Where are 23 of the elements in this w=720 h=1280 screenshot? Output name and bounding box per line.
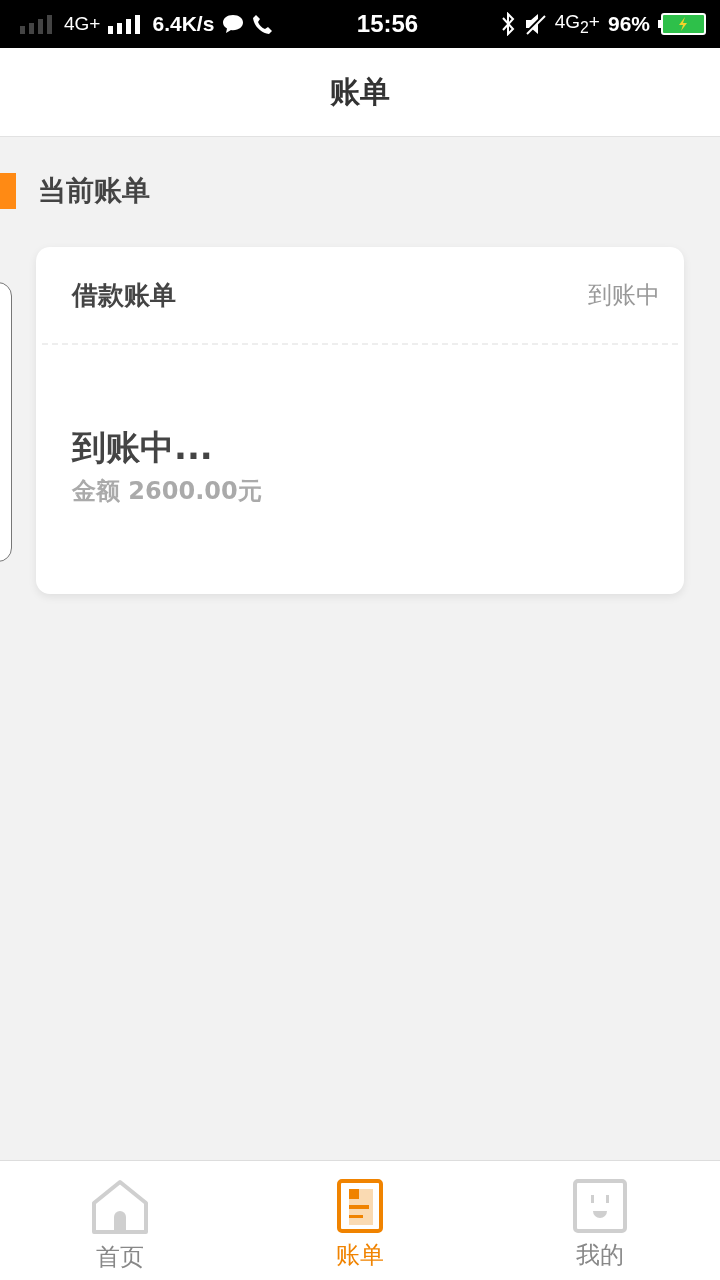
section-title: 当前账单 [38,173,150,209]
chat-bubble-icon [222,14,245,34]
tab[interactable]: 首页 [0,1161,240,1280]
amount-text: 金额 2600.00元 [72,476,263,507]
speed-label: 6.4K/s [152,12,215,36]
battery-icon [658,13,706,35]
bluetooth-icon [500,12,515,36]
status-headline: 到账中... [72,426,214,469]
section-marker [0,173,16,209]
smiley-face-icon [573,1179,627,1233]
card-title: 借款账单 [72,278,176,312]
document-icon [337,1179,383,1233]
network-label: 4G$_{2}$+ [554,11,600,37]
tab[interactable]: 账单 [240,1161,480,1280]
network-label: 4G+ [64,13,101,35]
house-icon [91,1179,149,1235]
clock: 15:56 [356,10,419,38]
page-title: 账单 [330,72,390,111]
battery-percent: 96% [607,12,650,36]
phone-icon [252,13,275,35]
bill-card[interactable]: 借款账单 到账中 到账中... 金额 2600.00元 [36,247,684,594]
status-label: 到账中 [588,280,660,311]
tab[interactable]: 我的 [480,1161,720,1280]
